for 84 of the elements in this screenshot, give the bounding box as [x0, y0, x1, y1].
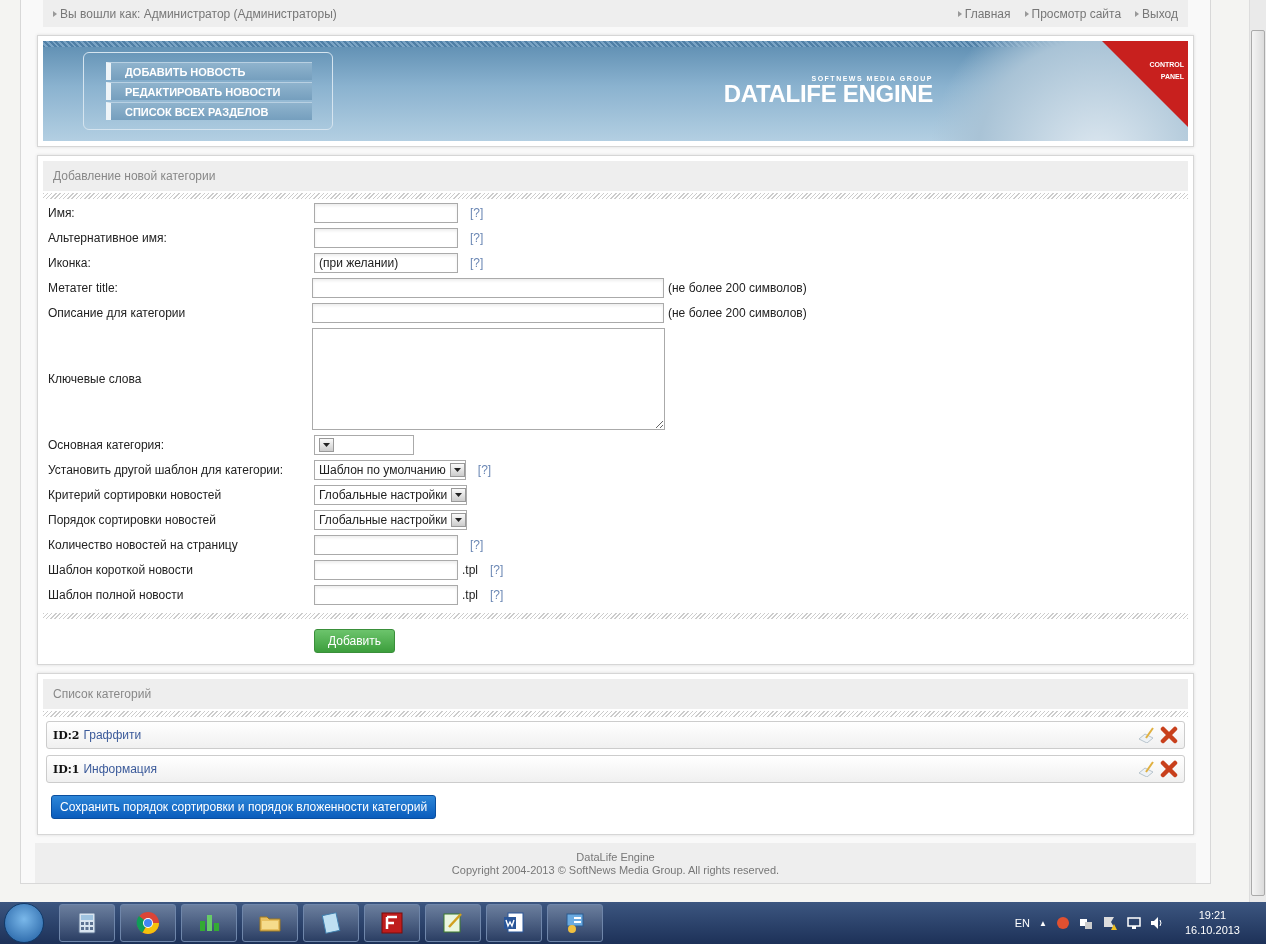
- field-label: Установить другой шаблон для категории:: [48, 463, 285, 477]
- caret-icon: [451, 488, 467, 502]
- editor-icon: [441, 911, 465, 935]
- caret-icon: [319, 438, 334, 452]
- field-label: Описание для категории: [48, 306, 187, 320]
- help-link[interactable]: [?]: [470, 538, 484, 552]
- help-link[interactable]: [?]: [470, 256, 484, 270]
- file-extension: .tpl: [462, 588, 478, 602]
- text-field[interactable]: [314, 203, 458, 223]
- field-label: Порядок сортировки новостей: [48, 513, 217, 527]
- field-label: Ключевые слова: [48, 372, 143, 386]
- nav-link[interactable]: Выход: [1135, 6, 1178, 21]
- delete-icon[interactable]: [1160, 726, 1178, 744]
- calculator-icon: [75, 911, 99, 935]
- tray-expand[interactable]: ▲: [1039, 918, 1047, 928]
- field-label: Критерий сортировки новостей: [48, 488, 223, 502]
- help-link[interactable]: [?]: [477, 463, 492, 477]
- dropdown[interactable]: [314, 435, 414, 455]
- browser-icon: [136, 911, 160, 935]
- taskbar-button[interactable]: [242, 904, 298, 942]
- dropdown[interactable]: Глобальные настройки: [314, 510, 468, 530]
- text-field[interactable]: [314, 535, 458, 555]
- delete-icon[interactable]: [1160, 760, 1178, 778]
- field-note: (не более 200 символов): [668, 281, 807, 295]
- save-order-button[interactable]: Сохранить порядок сортировки и порядок вложенности категорий: [51, 795, 437, 819]
- category-link[interactable]: Граффити: [83, 728, 142, 742]
- taskbar-button[interactable]: [120, 904, 176, 942]
- scrollbar[interactable]: [1249, 0, 1266, 902]
- text-field[interactable]: [312, 278, 664, 298]
- document-icon: [502, 911, 526, 935]
- panel-title: Добавление новой категории: [43, 161, 1188, 191]
- network-icon[interactable]: [1126, 916, 1141, 930]
- nav-link[interactable]: Просмотр сайта: [1024, 6, 1122, 21]
- taskbar-button[interactable]: [303, 904, 359, 942]
- footer-text: DataLife Engine: [575, 851, 656, 864]
- menu-item[interactable]: РЕДАКТИРОВАТЬ НОВОСТИ: [106, 82, 312, 100]
- text-field[interactable]: [312, 303, 664, 323]
- taskbar-button[interactable]: [547, 904, 603, 942]
- category-link[interactable]: Информация: [83, 762, 157, 776]
- clock[interactable]: 19:21 16.10.2013: [1184, 908, 1240, 938]
- field-label: Иконка:: [48, 256, 92, 270]
- volume-icon[interactable]: [1149, 916, 1164, 930]
- add-button[interactable]: Добавить: [314, 629, 396, 653]
- caret-icon: [451, 513, 467, 527]
- field-label: Основная категория:: [48, 438, 166, 452]
- start-button[interactable]: [4, 903, 44, 943]
- help-link[interactable]: [?]: [470, 231, 484, 245]
- flag-warning-icon[interactable]: [1101, 915, 1118, 931]
- taskbar-button[interactable]: [425, 904, 481, 942]
- field-label: Шаблон короткой новости: [48, 563, 194, 577]
- taskbar-button[interactable]: [486, 904, 542, 942]
- language-indicator[interactable]: EN: [1014, 917, 1030, 929]
- caret-icon: [449, 463, 465, 477]
- category-id: ID:2: [53, 728, 80, 742]
- field-label: Имя:: [48, 206, 76, 220]
- field-label: Метатег title:: [48, 281, 119, 295]
- control-panel-icon: [563, 911, 587, 935]
- nav-link[interactable]: Главная: [957, 6, 1011, 21]
- dropdown[interactable]: Шаблон по умолчанию: [314, 460, 466, 480]
- file-extension: .tpl: [462, 563, 478, 577]
- text-field[interactable]: [314, 585, 458, 605]
- category-id: ID:1: [53, 762, 80, 776]
- field-label: Количество новостей на страницу: [48, 538, 239, 552]
- text-field[interactable]: [314, 560, 458, 580]
- field-label: Альтернативное имя:: [48, 231, 168, 245]
- brand-name: DATALIFE ENGINE: [723, 82, 933, 106]
- panel-title: Список категорий: [43, 679, 1188, 709]
- dropdown[interactable]: Глобальные настройки: [314, 485, 468, 505]
- text-field[interactable]: (при желании): [314, 253, 458, 273]
- taskbar-button[interactable]: [181, 904, 237, 942]
- text-field[interactable]: [314, 228, 458, 248]
- footer-text: Copyright 2004-2013 © SoftNews Media Group. All rights reserved.: [450, 864, 781, 877]
- taskbar-button[interactable]: [59, 904, 115, 942]
- help-link[interactable]: [?]: [470, 206, 484, 220]
- help-link[interactable]: [?]: [490, 563, 504, 577]
- field-note: (не более 200 символов): [668, 306, 807, 320]
- menu-item[interactable]: ДОБАВИТЬ НОВОСТЬ: [106, 62, 312, 80]
- notepad-icon: [319, 911, 343, 935]
- field-label: Шаблон полной новости: [48, 588, 185, 602]
- taskbar-button[interactable]: [364, 904, 420, 942]
- menu-item[interactable]: СПИСОК ВСЕХ РАЗДЕЛОВ: [106, 102, 312, 120]
- login-status: Вы вошли как: Администратор (Администраторы): [53, 6, 337, 21]
- help-link[interactable]: [?]: [490, 588, 504, 602]
- ftp-client-icon: [380, 911, 404, 935]
